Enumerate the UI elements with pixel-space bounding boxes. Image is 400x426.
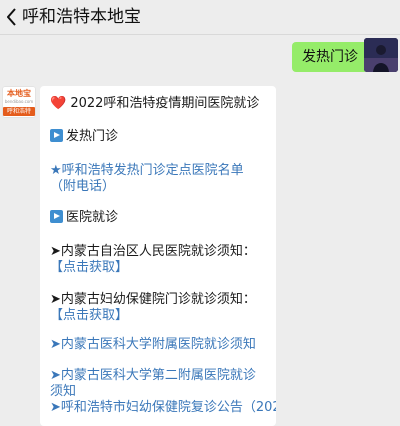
- list-item-text: ➤内蒙古自治区人民医院就诊须知：: [50, 244, 256, 259]
- section-label: 医院就诊: [66, 210, 119, 225]
- link-medical-univ-second[interactable]: ➤内蒙古医科大学第二附属医院就诊须知: [50, 368, 266, 400]
- chevron-left-icon[interactable]: [2, 4, 22, 30]
- bot-message-card: ❤️ 2022呼和浩特疫情期间医院就诊 发热门诊 ★呼和浩特发热门诊定点医院名单…: [40, 86, 276, 426]
- list-item-text: ➤内蒙古妇幼保健院门诊就诊须知：: [50, 292, 256, 307]
- play-icon: [50, 210, 63, 223]
- user-avatar[interactable]: [364, 38, 398, 72]
- heart-icon: ❤️: [50, 96, 67, 111]
- logo-name: 本地宝: [7, 89, 31, 98]
- logo-tag: 呼和浩特: [3, 107, 35, 116]
- bot-avatar[interactable]: 本地宝 bendibao.com 呼和浩特: [2, 86, 36, 118]
- section-fever-clinic: 发热门诊: [50, 129, 266, 145]
- link-medical-univ-affiliated[interactable]: ➤内蒙古医科大学附属医院就诊须知: [50, 337, 266, 353]
- click-to-get-link[interactable]: 【点击获取】: [50, 308, 128, 323]
- section-hospital-visit: 医院就诊: [50, 210, 266, 226]
- top-bar: 呼和浩特本地宝: [0, 0, 400, 35]
- headline: 2022呼和浩特疫情期间医院就诊: [70, 96, 260, 111]
- play-icon: [50, 129, 63, 142]
- list-item-maternal-hospital: ➤内蒙古妇幼保健院门诊就诊须知：【点击获取】: [50, 292, 266, 324]
- section-label: 发热门诊: [66, 129, 119, 144]
- link-fever-clinic-list[interactable]: ★呼和浩特发热门诊定点医院名单（附电话）: [50, 163, 266, 195]
- list-item-people-hospital: ➤内蒙古自治区人民医院就诊须知：【点击获取】: [50, 244, 266, 276]
- headline-row: ❤️ 2022呼和浩特疫情期间医院就诊: [50, 96, 266, 112]
- click-to-get-link[interactable]: 【点击获取】: [50, 260, 128, 275]
- chat-title: 呼和浩特本地宝: [22, 7, 141, 27]
- logo-subtitle: bendibao.com: [4, 99, 34, 104]
- user-message-bubble[interactable]: 发热门诊: [292, 42, 374, 72]
